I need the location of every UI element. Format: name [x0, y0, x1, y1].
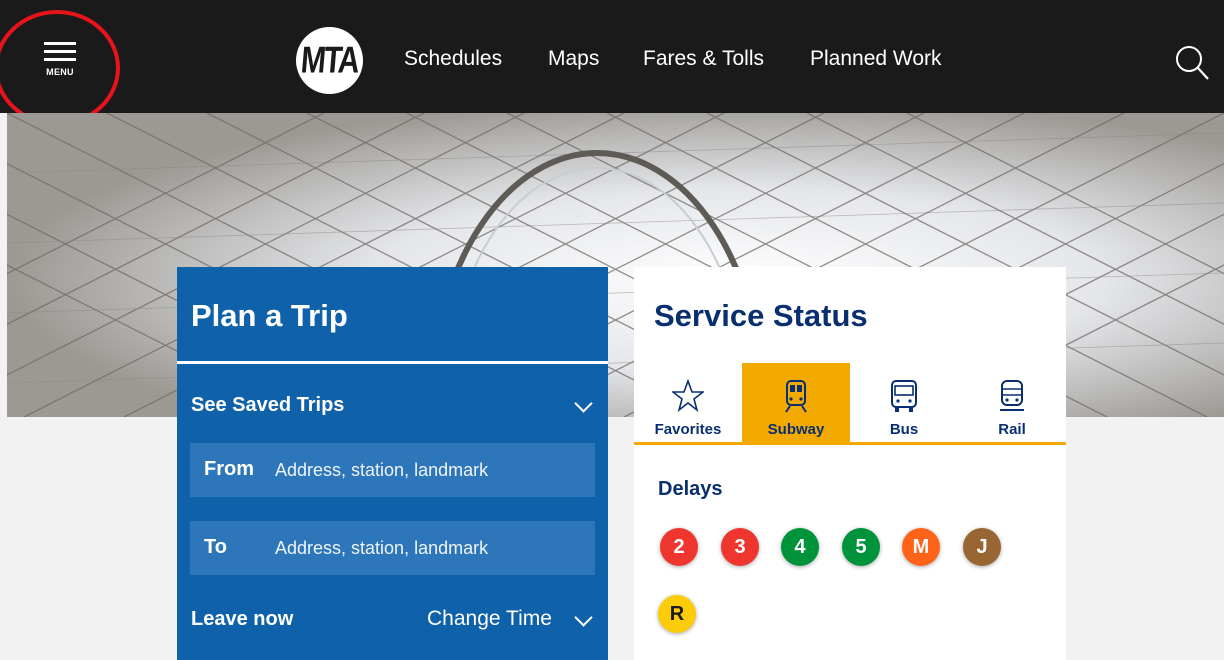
- plan-a-trip-panel: Plan a Trip See Saved Trips From Address…: [177, 267, 608, 660]
- service-status-panel: Service Status Favorites Subway Bus Rail…: [634, 267, 1066, 660]
- line-r-bullet[interactable]: R: [658, 595, 696, 633]
- line-m-bullet[interactable]: M: [902, 528, 940, 566]
- from-input[interactable]: Address, station, landmark: [275, 460, 488, 481]
- tab-rail[interactable]: Rail: [958, 363, 1066, 442]
- line-2-bullet[interactable]: 2: [660, 528, 698, 566]
- see-saved-trips-toggle[interactable]: See Saved Trips: [191, 394, 344, 417]
- logo-text: MTA: [299, 39, 360, 81]
- delays-heading: Delays: [658, 478, 723, 500]
- to-input[interactable]: Address, station, landmark: [275, 538, 488, 559]
- subway-icon: [785, 380, 807, 413]
- line-3-bullet[interactable]: 3: [721, 528, 759, 566]
- site-header: MENU MTA Schedules Maps Fares & Tolls Pl…: [0, 0, 1224, 113]
- from-field[interactable]: From Address, station, landmark: [190, 443, 595, 497]
- hamburger-icon-line: [44, 50, 76, 53]
- tab-label: Rail: [998, 421, 1026, 438]
- tab-label: Favorites: [654, 421, 722, 438]
- from-label: From: [204, 458, 254, 480]
- menu-label: MENU: [46, 67, 74, 77]
- line-j-bullet[interactable]: J: [963, 528, 1001, 566]
- nav-schedules[interactable]: Schedules: [404, 47, 502, 71]
- tab-label: Bus: [889, 421, 919, 438]
- divider: [177, 361, 608, 364]
- tab-favorites[interactable]: Favorites: [634, 363, 742, 442]
- line-5-bullet[interactable]: 5: [842, 528, 880, 566]
- nav-maps[interactable]: Maps: [548, 47, 599, 71]
- tabs-underline: [634, 442, 1066, 445]
- status-title: Service Status: [654, 298, 868, 333]
- trip-title: Plan a Trip: [191, 298, 348, 333]
- search-button[interactable]: [1172, 43, 1212, 83]
- bus-icon: [891, 380, 917, 412]
- chevron-down-icon[interactable]: [574, 608, 593, 627]
- leave-now-label: Leave now: [191, 608, 294, 630]
- nav-planned-work[interactable]: Planned Work: [810, 47, 942, 71]
- to-field[interactable]: To Address, station, landmark: [190, 521, 595, 575]
- tab-subway[interactable]: Subway: [742, 363, 850, 442]
- change-time-button[interactable]: Change Time: [427, 607, 552, 631]
- mta-logo[interactable]: MTA: [296, 27, 363, 94]
- search-icon: [1176, 46, 1209, 80]
- hamburger-icon: [44, 42, 76, 45]
- tab-bus[interactable]: Bus: [850, 363, 958, 442]
- train-icon: [1000, 380, 1024, 411]
- star-icon: [672, 379, 704, 413]
- nav-fares-tolls[interactable]: Fares & Tolls: [643, 47, 764, 71]
- chevron-down-icon[interactable]: [574, 394, 593, 413]
- hamburger-icon-line: [44, 58, 76, 61]
- to-label: To: [204, 536, 227, 558]
- line-4-bullet[interactable]: 4: [781, 528, 819, 566]
- menu-button[interactable]: MENU: [40, 40, 80, 82]
- tab-label: Subway: [767, 421, 825, 438]
